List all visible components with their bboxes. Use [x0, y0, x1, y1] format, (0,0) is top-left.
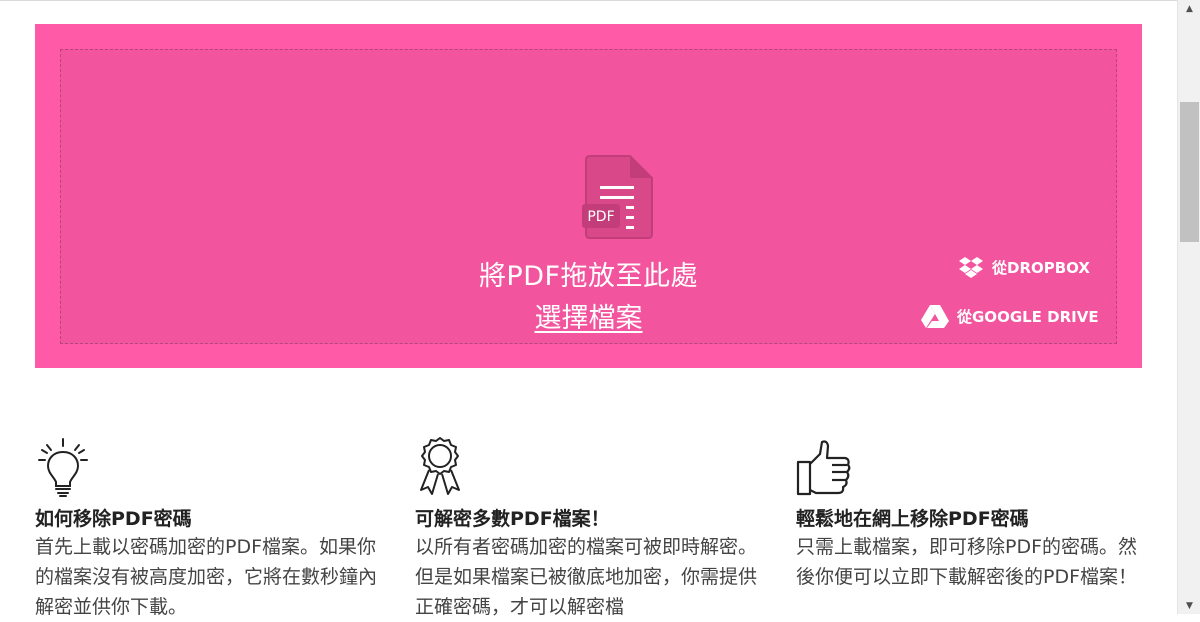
google-drive-icon [921, 305, 949, 328]
file-drop-zone[interactable]: PDF 將PDF拖放至此處 選擇檔案 從DROPBOX 從GOOGLE DRIV… [35, 24, 1142, 368]
scrollbar-thumb[interactable] [1180, 102, 1199, 242]
feature-title: 可解密多數PDF檔案！ [415, 508, 610, 530]
pdf-badge-label: PDF [587, 209, 614, 225]
scroll-down-arrow-icon[interactable]: ▼ [1178, 597, 1200, 614]
pdf-file-icon: PDF [582, 155, 653, 239]
dropbox-button[interactable]: 從DROPBOX [958, 256, 1090, 278]
feature-title: 如何移除PDF密碼 [35, 508, 192, 530]
choose-file-link[interactable]: 選擇檔案 [535, 303, 643, 334]
feature-easy-online: 輕鬆地在網上移除PDF密碼 只需上載檔案，即可移除PDF的密碼。然後你便可以立即… [796, 436, 1146, 588]
feature-text: 首先上載以密碼加密的PDF檔案。如果你的檔案沒有被高度加密，它將在數秒鐘內解密並… [35, 536, 378, 618]
lightbulb-icon [38, 438, 88, 497]
feature-text: 以所有者密碼加密的檔案可被即時解密。但是如果檔案已被徹底地加密，你需提供正確密碼… [415, 536, 758, 618]
scroll-up-arrow-icon[interactable]: ▲ [1178, 0, 1200, 17]
dropbox-label: 從DROPBOX [992, 258, 1090, 277]
feature-decrypt-most: 可解密多數PDF檔案！ 以所有者密碼加密的檔案可被即時解密。但是如果檔案已被徹底… [415, 436, 765, 618]
feature-title: 輕鬆地在網上移除PDF密碼 [796, 508, 1029, 530]
google-drive-button[interactable]: 從GOOGLE DRIVE [921, 304, 1099, 328]
google-drive-label: 從GOOGLE DRIVE [957, 307, 1099, 326]
top-divider [0, 0, 1177, 1]
award-icon [420, 437, 460, 495]
feature-text: 只需上載檔案，即可移除PDF的密碼。然後你便可以立即下載解密後的PDF檔案！ [796, 536, 1138, 588]
feature-how-to: 如何移除PDF密碼 首先上載以密碼加密的PDF檔案。如果你的檔案沒有被高度加密，… [35, 436, 385, 618]
dropbox-icon [959, 257, 983, 278]
thumbs-up-icon [796, 440, 851, 496]
drop-zone-inner[interactable]: PDF 將PDF拖放至此處 選擇檔案 從DROPBOX 從GOOGLE DRIV… [60, 49, 1117, 344]
vertical-scrollbar[interactable]: ▲ ▼ [1177, 0, 1200, 614]
